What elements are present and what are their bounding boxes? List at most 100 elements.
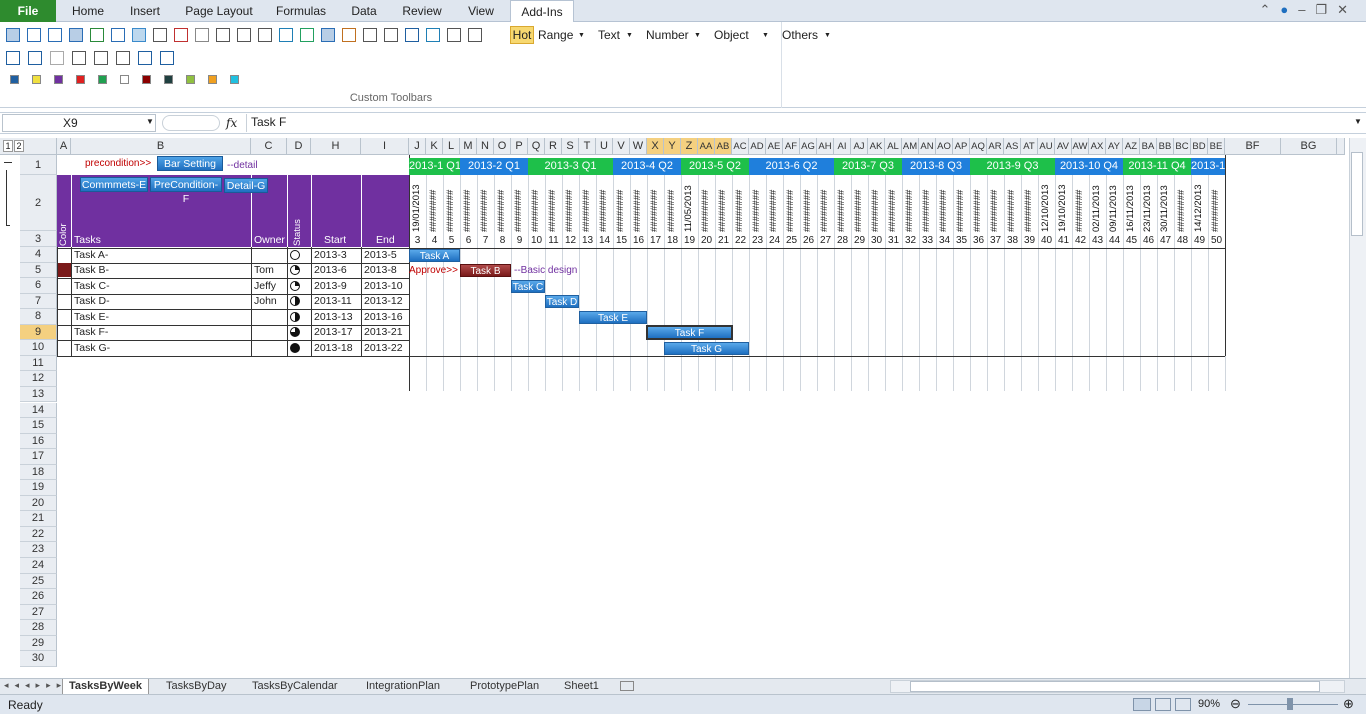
toolbar-tool-icon[interactable] [321,28,335,42]
zoom-out-icon[interactable]: ⊖ [1230,696,1241,712]
toolbar-tool-icon[interactable] [116,51,130,65]
ribbon-tab-add-ins[interactable]: Add-Ins [510,0,574,23]
color-swatch[interactable] [10,75,19,84]
row-header[interactable]: 23 [20,542,57,558]
column-header[interactable]: AI [834,138,851,155]
row-header[interactable]: 22 [20,526,57,543]
range-dropdown[interactable]: Range [538,28,573,42]
toolbar-tool-icon[interactable] [6,28,20,42]
column-header[interactable]: AQ [970,138,987,155]
column-header[interactable]: J [409,138,426,155]
task-owner[interactable]: Tom [251,263,287,278]
gantt-bar[interactable]: Task B [460,264,511,278]
ribbon-tab-review[interactable]: Review [392,0,452,22]
gantt-bar[interactable]: Task A [409,248,460,262]
column-header[interactable]: Q [528,138,545,155]
column-header[interactable]: AD [749,138,766,155]
toolbar-tool-icon[interactable] [72,51,86,65]
formula-expand-icon[interactable]: ▼ [1354,117,1362,126]
toolbar-tool-icon[interactable] [279,28,293,42]
task-start[interactable]: 2013-18 [311,341,361,356]
row-header[interactable]: 2 [20,175,57,231]
toolbar-tool-icon[interactable] [447,28,461,42]
sheet-tab[interactable]: Sheet1 [558,679,605,695]
row-header[interactable]: 26 [20,589,57,605]
toolbar-tool-icon[interactable] [153,28,167,42]
toolbar-tool-icon[interactable] [174,28,188,42]
restore-icon[interactable]: ❐ [1315,2,1337,17]
color-swatch[interactable] [32,75,41,84]
task-name[interactable]: Task D- [71,294,251,309]
column-header[interactable]: AA [698,138,715,155]
color-swatch[interactable] [230,75,239,84]
task-name[interactable]: Task G- [71,341,251,356]
outline-level-button[interactable]: 1 [3,140,13,152]
row-header[interactable]: 29 [20,635,57,652]
column-header[interactable]: AK [868,138,885,155]
column-header[interactable]: M [460,138,477,155]
detail-button[interactable]: Detail-G [224,178,268,193]
column-header[interactable]: B [71,138,251,155]
task-end[interactable]: 2013-5 [361,248,409,263]
zoom-in-icon[interactable]: ⊕ [1343,696,1354,712]
chevron-down-icon[interactable]: ▼ [626,32,633,39]
row-header[interactable]: 18 [20,464,57,481]
color-swatch[interactable] [98,75,107,84]
page-layout-view-icon[interactable] [1155,698,1171,711]
row-header[interactable]: 5 [20,262,57,279]
row-header[interactable]: 3 [20,231,57,247]
row-header[interactable]: 27 [20,604,57,621]
toolbar-tool-icon[interactable] [342,28,356,42]
row-header[interactable]: 28 [20,620,57,636]
number-dropdown[interactable]: Number [646,28,689,42]
toolbar-tool-icon[interactable] [94,51,108,65]
row-header[interactable]: 19 [20,480,57,496]
row-header[interactable]: 8 [20,309,57,325]
column-header[interactable]: AN [919,138,936,155]
task-name[interactable]: Task C- [71,279,251,294]
row-header[interactable]: 15 [20,418,57,434]
task-start[interactable]: 2013-11 [311,294,361,309]
column-header[interactable]: AE [766,138,783,155]
column-header[interactable]: AR [987,138,1004,155]
column-header[interactable]: L [443,138,460,155]
task-owner[interactable]: John [251,294,287,309]
toolbar-tool-icon[interactable] [138,51,152,65]
formula-input[interactable]: Task F [246,114,1351,132]
toolbar-tool-icon[interactable] [132,28,146,42]
column-header[interactable]: AO [936,138,953,155]
column-header[interactable]: H [311,138,361,155]
color-swatch[interactable] [54,75,63,84]
column-header[interactable]: AL [885,138,902,155]
sheet-tab[interactable]: TasksByDay [160,679,233,695]
color-swatch[interactable] [142,75,151,84]
row-header[interactable]: 11 [20,355,57,372]
row-header[interactable]: 1 [20,155,57,175]
chevron-down-icon[interactable]: ▼ [578,32,585,39]
toolbar-tool-icon[interactable] [28,51,42,65]
horizontal-scrollbar-thumb[interactable] [910,681,1320,692]
task-end[interactable]: 2013-22 [361,341,409,356]
row-header[interactable]: 9 [20,324,57,341]
bar-setting-button[interactable]: Bar Setting [157,156,223,171]
task-start[interactable]: 2013-13 [311,310,361,325]
chevron-down-icon[interactable]: ▼ [694,32,701,39]
minimize-icon[interactable]: – [1298,2,1315,17]
name-box-dropdown-icon[interactable]: ▼ [146,117,154,126]
column-header[interactable]: W [630,138,647,155]
ribbon-tab-formulas[interactable]: Formulas [266,0,336,22]
column-header[interactable]: X [647,138,664,155]
toolbar-tool-icon[interactable] [111,28,125,42]
task-start[interactable]: 2013-6 [311,263,361,278]
ribbon-tab-file[interactable]: File [0,0,56,22]
column-header[interactable]: AJ [851,138,868,155]
formula-expander[interactable] [162,115,220,131]
column-header[interactable]: BG [1281,138,1337,155]
name-box[interactable]: X9 [2,114,156,132]
outline-level-button[interactable]: 2 [14,140,24,152]
row-header[interactable]: 25 [20,573,57,590]
column-header[interactable]: AY [1106,138,1123,155]
toolbar-tool-icon[interactable] [50,51,64,65]
gantt-bar[interactable]: Task F [646,325,733,341]
task-end[interactable]: 2013-10 [361,279,409,294]
